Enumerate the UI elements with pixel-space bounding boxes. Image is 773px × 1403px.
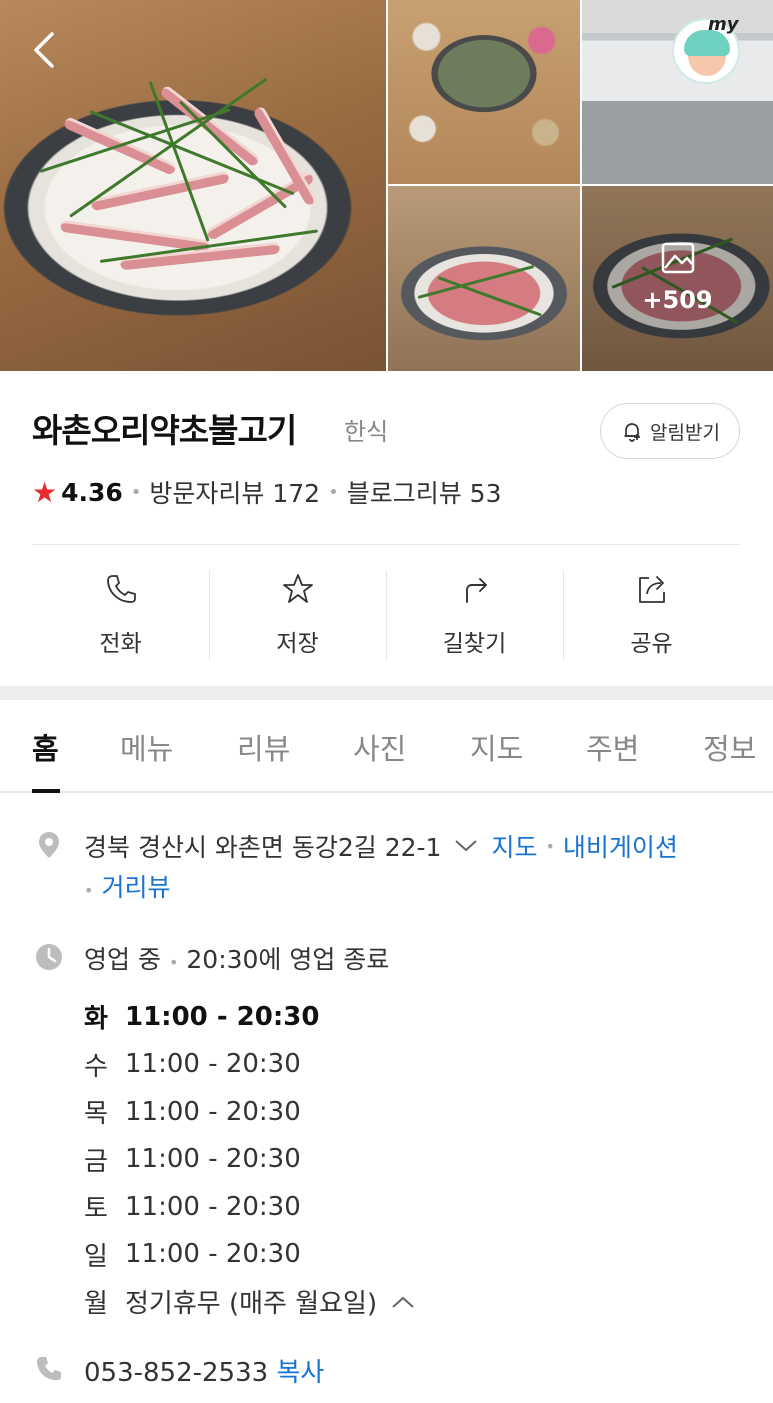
phone-row: 053-852-2533 복사 bbox=[84, 1352, 324, 1389]
address-text: 경북 경산시 와촌면 동강2길 22-1 bbox=[84, 833, 442, 862]
phone-icon bbox=[106, 575, 136, 603]
blog-reviews-link[interactable]: 블로그리뷰 53 bbox=[347, 474, 502, 510]
visitor-reviews-link[interactable]: 방문자리뷰 172 bbox=[149, 474, 320, 510]
hours-time: 11:00 - 20:30 bbox=[125, 1049, 301, 1080]
open-status: 영업 중 bbox=[84, 945, 161, 974]
rating-score: 4.36 bbox=[61, 477, 123, 507]
phone-icon bbox=[37, 1357, 61, 1381]
hours-day: 수 bbox=[84, 1051, 108, 1082]
tab-nearby[interactable]: 주변 bbox=[586, 726, 639, 768]
separator-dot: • bbox=[130, 481, 142, 503]
hours-list: 화 11:00 - 20:30 수 11:00 - 20:30 목 11:00 … bbox=[84, 993, 415, 1326]
back-arrow-icon[interactable] bbox=[28, 30, 62, 70]
bell-plus-icon bbox=[624, 423, 641, 442]
share-icon bbox=[638, 576, 665, 603]
separator-dot: • bbox=[545, 836, 555, 856]
hours-day: 목 bbox=[84, 1099, 108, 1130]
active-tab-indicator bbox=[32, 789, 60, 793]
place-name: 와촌오리약초불고기 bbox=[32, 411, 297, 450]
place-category: 한식 bbox=[344, 418, 389, 446]
chevron-down-icon[interactable] bbox=[453, 838, 479, 854]
copy-phone-link[interactable]: 복사 bbox=[276, 1358, 324, 1388]
hours-time: 11:00 - 20:30 bbox=[125, 1096, 301, 1127]
hours-row-closed: 월 정기휴무 (매주 월요일) bbox=[84, 1278, 415, 1326]
call-button[interactable]: 전화 bbox=[32, 570, 209, 660]
rating-row: ★ 4.36 • 방문자리뷰 172 • 블로그리뷰 53 bbox=[32, 474, 501, 510]
chevron-up-icon[interactable] bbox=[391, 1295, 415, 1309]
photo-cooking[interactable] bbox=[388, 186, 580, 371]
map-link[interactable]: 지도 bbox=[491, 828, 537, 864]
hours-day: 토 bbox=[84, 1194, 108, 1225]
action-bar: 전화 저장 길찾기 공유 bbox=[32, 570, 740, 660]
hours-row: 목 11:00 - 20:30 bbox=[84, 1088, 415, 1136]
hours-day: 화 bbox=[84, 1004, 108, 1035]
share-label: 공유 bbox=[630, 631, 673, 657]
phone-number[interactable]: 053-852-2533 bbox=[84, 1358, 268, 1388]
directions-button[interactable]: 길찾기 bbox=[386, 570, 563, 660]
tab-photo[interactable]: 사진 bbox=[353, 726, 406, 768]
save-button[interactable]: 저장 bbox=[209, 570, 386, 660]
call-label: 전화 bbox=[99, 631, 142, 657]
alarm-button-label: 알림받기 bbox=[650, 421, 720, 444]
photo-interior[interactable] bbox=[582, 0, 773, 184]
tab-home[interactable]: 홈 bbox=[32, 726, 59, 768]
more-photos-count: +509 bbox=[642, 286, 713, 314]
hours-day: 월 bbox=[84, 1289, 108, 1320]
hours-time: 11:00 - 20:30 bbox=[125, 1144, 301, 1175]
directions-icon bbox=[465, 578, 487, 603]
save-label: 저장 bbox=[276, 631, 319, 657]
hours-row: 토 11:00 - 20:30 bbox=[84, 1183, 415, 1231]
separator-dot: • bbox=[168, 953, 179, 972]
tab-bar: 홈 메뉴 리뷰 사진 지도 주변 정보 bbox=[0, 700, 773, 793]
hours-row: 금 11:00 - 20:30 bbox=[84, 1136, 415, 1184]
tab-map[interactable]: 지도 bbox=[470, 726, 523, 768]
hours-day: 일 bbox=[84, 1241, 108, 1272]
section-divider bbox=[0, 686, 773, 700]
clock-icon bbox=[36, 944, 62, 970]
location-pin-icon bbox=[39, 832, 59, 858]
my-label: my bbox=[708, 14, 739, 35]
streetview-link[interactable]: 거리뷰 bbox=[101, 873, 170, 902]
share-button[interactable]: 공유 bbox=[563, 570, 740, 660]
divider bbox=[32, 544, 740, 545]
tab-review[interactable]: 리뷰 bbox=[237, 726, 290, 768]
hours-time: 11:00 - 20:30 bbox=[125, 1001, 320, 1032]
hours-day: 금 bbox=[84, 1146, 108, 1177]
star-icon bbox=[282, 574, 313, 603]
tab-info[interactable]: 정보 bbox=[703, 726, 756, 768]
address-row-2: • 거리뷰 bbox=[84, 868, 170, 904]
tab-menu[interactable]: 메뉴 bbox=[120, 726, 173, 768]
navigation-link[interactable]: 내비게이션 bbox=[563, 828, 678, 864]
separator-dot: • bbox=[328, 481, 339, 503]
photo-table-setting[interactable] bbox=[388, 0, 580, 184]
directions-label: 길찾기 bbox=[442, 631, 507, 657]
hours-time: 11:00 - 20:30 bbox=[125, 1191, 301, 1222]
more-photos-overlay[interactable]: +509 bbox=[582, 186, 773, 371]
separator-dot: • bbox=[84, 881, 94, 900]
hours-row: 수 11:00 - 20:30 bbox=[84, 1041, 415, 1089]
rating-star-icon: ★ bbox=[32, 475, 58, 509]
hours-time: 정기휴무 (매주 월요일) bbox=[125, 1289, 378, 1320]
close-time-note: 20:30에 영업 종료 bbox=[186, 945, 390, 974]
hours-time: 11:00 - 20:30 bbox=[125, 1239, 301, 1270]
alarm-button[interactable]: 알림받기 bbox=[600, 403, 740, 459]
hours-status: 영업 중 • 20:30에 영업 종료 bbox=[84, 940, 389, 976]
hours-row: 일 11:00 - 20:30 bbox=[84, 1231, 415, 1279]
address-row: 경북 경산시 와촌면 동강2길 22-1 지도 • 내비게이션 bbox=[84, 828, 678, 864]
hours-row-today: 화 11:00 - 20:30 bbox=[84, 993, 415, 1041]
image-icon bbox=[661, 242, 695, 274]
